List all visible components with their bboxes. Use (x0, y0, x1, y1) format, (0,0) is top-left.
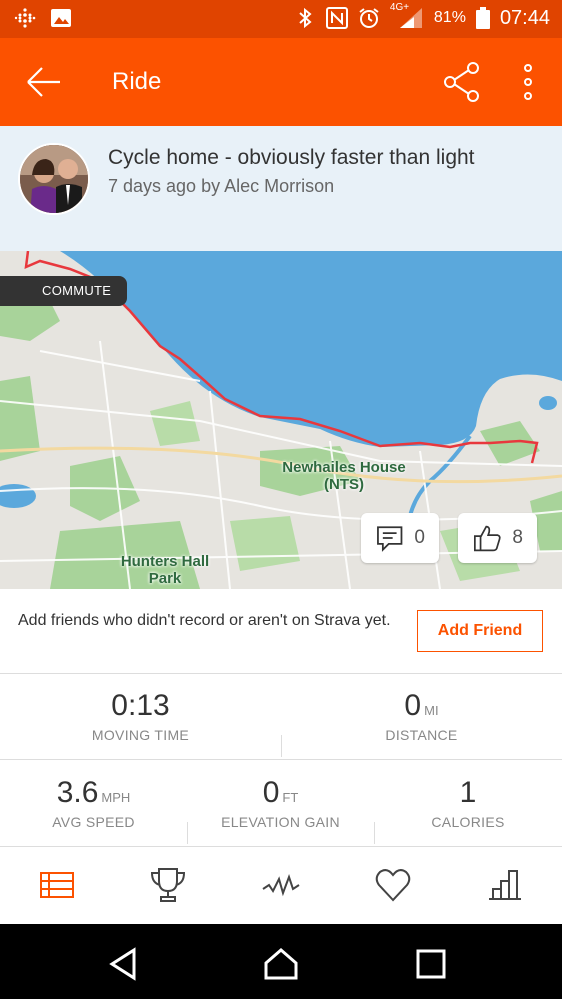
stats-row-2: 3.6 MPH AVG SPEED 0 FT ELEVATION GAIN 1 CA… (0, 760, 562, 847)
system-nav-bar (0, 924, 562, 999)
calories-value: 1 (459, 776, 477, 809)
stats-row-1: 0:13 MOVING TIME 0 MI DISTANCE (0, 675, 562, 760)
moving-time-label: MOVING TIME (91, 727, 190, 743)
avg-speed-value: 3.6 (56, 776, 99, 809)
back-icon[interactable] (106, 946, 142, 982)
activity-header: Cycle home - obviously faster than light… (0, 126, 562, 251)
overview-icon[interactable] (37, 865, 77, 905)
comment-icon (377, 526, 403, 552)
comments-button[interactable]: 0 (361, 513, 439, 563)
add-friend-section: Add friends who didn't record or aren't … (0, 589, 562, 674)
alarm-icon (359, 8, 379, 28)
battery-icon (475, 7, 490, 29)
status-bar: 4G+ 81% 07:44 (0, 0, 562, 38)
elevation-value: 0 (262, 776, 280, 809)
distance-value: 0 (404, 689, 422, 722)
fitbit-icon (14, 8, 36, 28)
signal-icon: 4G+ (390, 2, 424, 30)
app-bar: Ride (0, 38, 562, 126)
moving-time-stat: 0:13 MOVING TIME (0, 689, 281, 743)
trophy-icon[interactable] (148, 865, 188, 905)
avg-speed-unit: MPH (101, 790, 131, 805)
elevation-label: ELEVATION GAIN (221, 814, 340, 830)
more-options-icon[interactable] (516, 62, 540, 102)
page-title: Ride (112, 68, 162, 95)
elevation-unit: FT (282, 790, 299, 805)
avatar[interactable] (18, 143, 90, 215)
heart-icon[interactable] (373, 865, 413, 905)
back-arrow-icon[interactable] (24, 62, 64, 102)
thumbs-up-icon (473, 525, 501, 552)
commute-badge: COMMUTE (0, 276, 128, 306)
bluetooth-icon (299, 7, 312, 29)
add-friend-button[interactable]: Add Friend (417, 610, 543, 652)
share-icon[interactable] (442, 60, 482, 104)
calories-stat: 1 CALORIES (374, 776, 562, 830)
activity-title[interactable]: Cycle home - obviously faster than light (108, 146, 475, 170)
add-friend-text: Add friends who didn't record or aren't … (18, 612, 391, 629)
bottom-tabs (0, 847, 562, 924)
battery-percent: 81% (433, 9, 466, 26)
map-label-newhailes: Newhailes House (NTS) (282, 459, 406, 493)
gallery-icon (51, 9, 71, 27)
avg-speed-stat: 3.6 MPH AVG SPEED (0, 776, 187, 830)
distance-label: DISTANCE (385, 727, 458, 743)
moving-time-value: 0:13 (111, 689, 170, 722)
home-icon[interactable] (263, 946, 299, 982)
avg-speed-label: AVG SPEED (52, 814, 135, 830)
elevation-stat: 0 FT ELEVATION GAIN (187, 776, 374, 830)
kudos-button[interactable]: 8 (458, 513, 537, 563)
calories-label: CALORIES (431, 814, 505, 830)
nfc-icon (325, 7, 348, 29)
map-label-hunters: Hunters Hall Park (120, 553, 210, 587)
kudos-count: 8 (512, 527, 523, 548)
distance-unit: MI (424, 703, 439, 718)
clock: 07:44 (499, 6, 550, 29)
analysis-icon[interactable] (261, 865, 301, 905)
comments-count: 0 (414, 527, 425, 548)
recents-icon[interactable] (413, 946, 449, 982)
activity-subtitle: 7 days ago by Alec Morrison (108, 176, 335, 196)
distance-stat: 0 MI DISTANCE (281, 689, 562, 743)
chart-icon[interactable] (485, 865, 525, 905)
